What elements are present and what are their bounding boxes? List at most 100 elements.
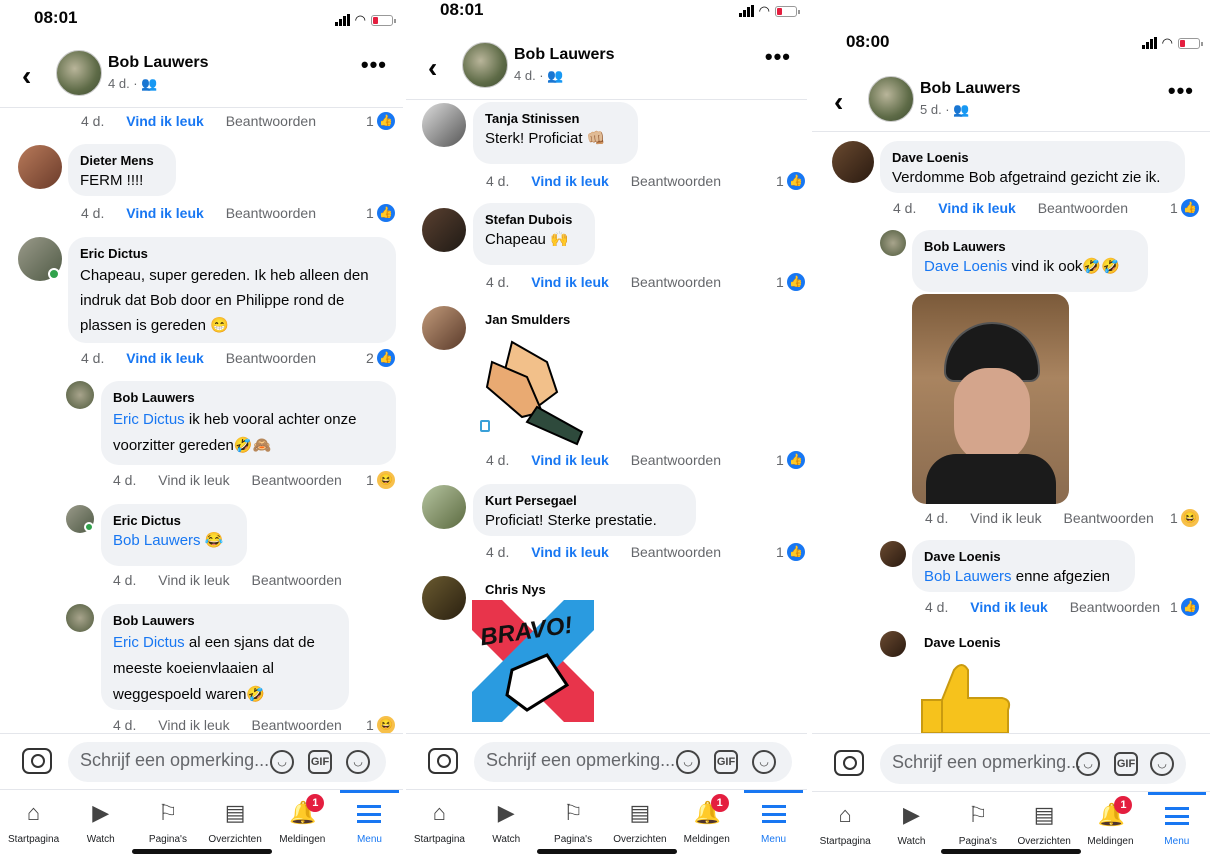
reply-link[interactable]: Beantwoorden	[631, 452, 721, 468]
reaction-count[interactable]: 1 😆	[1170, 509, 1199, 527]
nav-menu[interactable]: Menu	[740, 790, 807, 856]
like-link[interactable]: Vind ik leuk	[531, 452, 609, 468]
reply-link[interactable]: Beantwoorden	[251, 717, 341, 733]
reply-link[interactable]: Beantwoorden	[251, 572, 341, 588]
reply-link[interactable]: Beantwoorden	[631, 173, 721, 189]
camera-icon[interactable]	[428, 748, 458, 774]
like-link[interactable]: Vind ik leuk	[970, 510, 1041, 526]
commenter-avatar[interactable]	[66, 604, 94, 632]
commenter-avatar[interactable]	[880, 541, 906, 567]
like-link[interactable]: Vind ik leuk	[126, 205, 204, 221]
like-link[interactable]: Vind ik leuk	[126, 350, 204, 366]
nav-overviews[interactable]: ▤ Overzichten	[202, 790, 269, 856]
camera-icon[interactable]	[22, 748, 52, 774]
commenter-avatar[interactable]	[832, 141, 874, 183]
more-options-icon[interactable]: •••	[1168, 78, 1194, 104]
reply-link[interactable]: Beantwoorden	[1070, 599, 1160, 615]
nav-notifications[interactable]: 🔔 1 Meldingen	[1077, 792, 1143, 856]
commenter-name[interactable]: Eric Dictus	[113, 512, 235, 530]
sticker-icon[interactable]: ◡	[676, 750, 700, 774]
nav-watch[interactable]: ▶ Watch	[878, 792, 944, 856]
back-arrow-icon[interactable]: ‹	[22, 60, 31, 92]
mention-link[interactable]: Eric Dictus	[113, 634, 185, 651]
gif-icon[interactable]: GIF	[714, 750, 738, 774]
nav-watch[interactable]: ▶ Watch	[473, 790, 540, 856]
reply-link[interactable]: Beantwoorden	[1038, 200, 1128, 216]
clapping-hands-sticker[interactable]	[482, 332, 597, 447]
commenter-name[interactable]: Stefan Dubois	[485, 211, 583, 229]
reaction-count[interactable]: 1 😆	[366, 716, 395, 734]
commenter-name[interactable]: Dave Loenis	[892, 149, 1173, 167]
commenter-name[interactable]: Dave Loenis	[924, 548, 1123, 566]
like-link[interactable]: Vind ik leuk	[970, 599, 1048, 615]
comment-input[interactable]: Schrijf een opmerking... ◡ GIF ◡	[68, 742, 386, 782]
reply-link[interactable]: Beantwoorden	[631, 544, 721, 560]
nav-watch[interactable]: ▶ Watch	[67, 790, 134, 856]
nav-home[interactable]: ⌂ Startpagina	[812, 792, 878, 856]
nav-menu[interactable]: Menu	[336, 790, 403, 856]
more-options-icon[interactable]: •••	[361, 52, 387, 78]
mention-link[interactable]: Eric Dictus	[113, 411, 185, 428]
reaction-count[interactable]: 1 👍	[1170, 598, 1199, 616]
commenter-avatar[interactable]	[422, 306, 466, 350]
commenter-avatar[interactable]	[66, 381, 94, 409]
commenter-name[interactable]: Dieter Mens	[80, 152, 164, 170]
author-avatar[interactable]	[868, 76, 914, 122]
reply-link[interactable]: Beantwoorden	[631, 274, 721, 290]
like-link[interactable]: Vind ik leuk	[126, 113, 204, 129]
reaction-count[interactable]: 1 😆	[366, 471, 395, 489]
reply-link[interactable]: Beantwoorden	[1063, 510, 1153, 526]
reaction-count[interactable]: 1 👍	[776, 543, 805, 561]
nav-overviews[interactable]: ▤ Overzichten	[606, 790, 673, 856]
commenter-name[interactable]: Bob Lauwers	[113, 389, 384, 407]
nav-menu[interactable]: Menu	[1144, 792, 1210, 856]
commenter-avatar[interactable]	[880, 631, 906, 657]
thumbs-up-sticker[interactable]	[912, 660, 1022, 733]
reaction-count[interactable]: 1 👍	[1170, 199, 1199, 217]
like-link[interactable]: Vind ik leuk	[938, 200, 1016, 216]
like-link[interactable]: Vind ik leuk	[158, 472, 229, 488]
commenter-name[interactable]: Bob Lauwers	[113, 612, 337, 630]
like-link[interactable]: Vind ik leuk	[531, 544, 609, 560]
reply-link[interactable]: Beantwoorden	[226, 350, 316, 366]
back-arrow-icon[interactable]: ‹	[834, 86, 843, 118]
gif-icon[interactable]: GIF	[1114, 752, 1138, 776]
nav-pages[interactable]: ⚐ Pagina's	[134, 790, 201, 856]
emoji-icon[interactable]: ◡	[1150, 752, 1174, 776]
author-avatar[interactable]	[462, 42, 508, 88]
like-link[interactable]: Vind ik leuk	[531, 274, 609, 290]
commenter-avatar[interactable]	[422, 208, 466, 252]
reaction-count[interactable]: 2 👍	[366, 349, 395, 367]
nav-notifications[interactable]: 🔔 1 Meldingen	[673, 790, 740, 856]
commenter-avatar[interactable]	[18, 145, 62, 189]
commenter-name[interactable]: Eric Dictus	[80, 245, 384, 263]
reaction-count[interactable]: 1 👍	[776, 172, 805, 190]
camera-icon[interactable]	[834, 750, 864, 776]
emoji-icon[interactable]: ◡	[346, 750, 370, 774]
reply-link[interactable]: Beantwoorden	[226, 205, 316, 221]
nav-pages[interactable]: ⚐ Pagina's	[945, 792, 1011, 856]
nav-home[interactable]: ⌂ Startpagina	[406, 790, 473, 856]
reply-link[interactable]: Beantwoorden	[226, 113, 316, 129]
reply-link[interactable]: Beantwoorden	[251, 472, 341, 488]
commenter-name[interactable]: Tanja Stinissen	[485, 110, 626, 128]
back-arrow-icon[interactable]: ‹	[428, 52, 437, 84]
sticker-icon[interactable]: ◡	[1076, 752, 1100, 776]
commenter-avatar[interactable]	[880, 230, 906, 256]
nav-overviews[interactable]: ▤ Overzichten	[1011, 792, 1077, 856]
reaction-count[interactable]: 1 👍	[366, 204, 395, 222]
commenter-name[interactable]: Bob Lauwers	[924, 238, 1136, 256]
sticker-icon[interactable]: ◡	[270, 750, 294, 774]
like-link[interactable]: Vind ik leuk	[158, 572, 229, 588]
comment-input[interactable]: Schrijf een opmerking... ◡ GIF ◡	[880, 744, 1186, 784]
like-link[interactable]: Vind ik leuk	[158, 717, 229, 733]
nav-home[interactable]: ⌂ Startpagina	[0, 790, 67, 856]
reply-photo[interactable]	[912, 294, 1069, 504]
commenter-name[interactable]: Kurt Persegael	[485, 492, 684, 510]
mention-link[interactable]: Bob Lauwers	[113, 532, 201, 549]
commenter-avatar[interactable]	[422, 576, 466, 620]
emoji-icon[interactable]: ◡	[752, 750, 776, 774]
author-name[interactable]: Bob Lauwers	[108, 54, 208, 72]
author-avatar[interactable]	[56, 50, 102, 96]
commenter-name[interactable]: Chris Nys	[485, 582, 546, 597]
